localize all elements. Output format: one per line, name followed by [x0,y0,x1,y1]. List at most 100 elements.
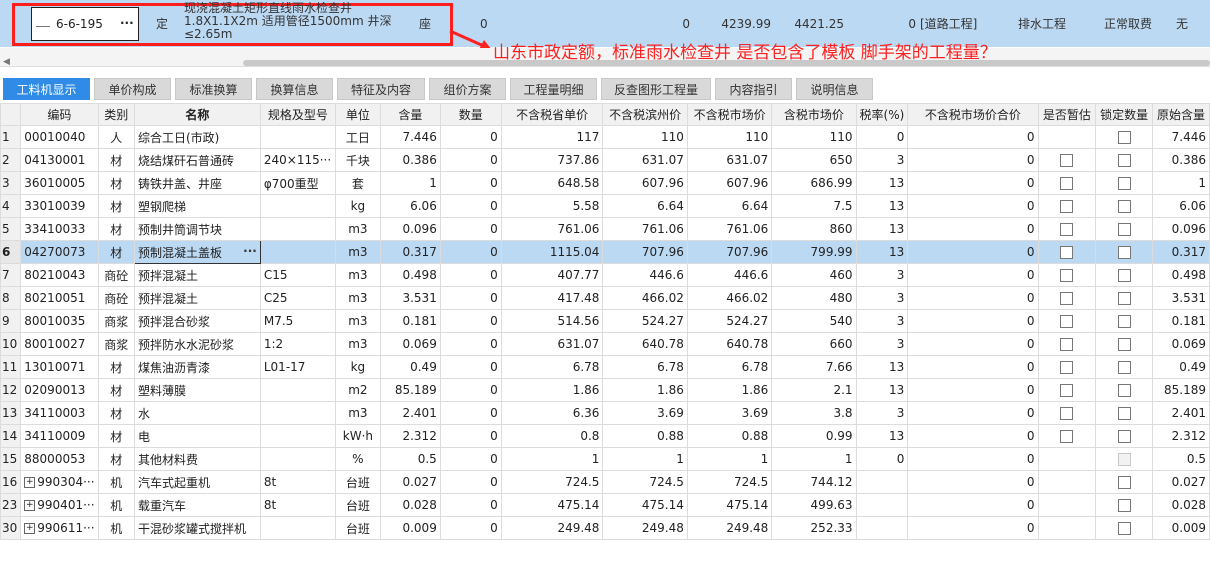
row-market-price[interactable]: 524.27 [686,309,773,333]
row-code[interactable]: 33010039 [20,194,99,218]
checkbox[interactable] [1117,315,1131,328]
row-code[interactable]: +990304··· [20,470,99,494]
row-name[interactable]: 铸铁井盖、井座 [133,171,261,195]
table-row[interactable]: 7 80210043 商砼 预拌混凝土 C15 m3 0.498 0 407.77 446.6 44… [0,263,1210,287]
row-type[interactable]: 材 [97,240,135,264]
checkbox[interactable] [1117,384,1131,397]
row-unit[interactable]: 工日 [334,125,381,149]
row-market-price[interactable]: 6.64 [686,194,773,218]
row-quantity[interactable]: 0 [439,125,502,149]
checkbox[interactable] [1117,361,1131,374]
row-spec[interactable]: L01-17 [259,355,336,379]
row-market-price[interactable]: 1.86 [686,378,773,402]
checkbox[interactable] [1060,430,1074,443]
row-market-price[interactable]: 607.96 [686,171,773,195]
row-market-price[interactable]: 466.02 [686,286,773,310]
row-market-total[interactable]: 0 [907,217,1039,241]
row-quantity[interactable]: 0 [439,424,502,448]
row-province-price[interactable]: 724.5 [500,470,604,494]
row-number[interactable]: 8 [0,286,22,310]
row-content[interactable]: 0.386 [379,148,441,172]
row-province-price[interactable]: 249.48 [500,516,604,540]
row-number[interactable]: 2 [0,148,22,172]
row-market-price[interactable]: 110 [686,125,773,149]
row-name[interactable]: 干混砂浆罐式搅拌机 [133,516,261,540]
row-spec[interactable]: 8t [259,493,336,517]
row-unit[interactable]: m3 [334,309,381,333]
row-original-content[interactable]: 6.06 [1152,194,1210,218]
row-original-content[interactable]: 7.446 [1152,125,1210,149]
row-content[interactable]: 7.446 [379,125,441,149]
row-market-price-tax[interactable]: 2.1 [771,378,857,402]
row-binzhou-price[interactable]: 466.02 [602,286,688,310]
row-spec[interactable] [259,516,336,540]
row-number[interactable]: 23 [0,493,22,517]
checkbox[interactable] [1060,384,1074,397]
row-number[interactable]: 30 [0,516,22,540]
row-content[interactable]: 0.096 [379,217,441,241]
row-quantity[interactable]: 0 [439,401,502,425]
row-tax-rate[interactable] [855,470,909,494]
row-market-total[interactable]: 0 [907,470,1039,494]
row-market-total[interactable]: 0 [907,401,1039,425]
row-content[interactable]: 85.189 [379,378,441,402]
row-market-total[interactable]: 0 [907,447,1039,471]
tab-pricing-scheme[interactable]: 组价方案 [429,78,506,100]
row-market-price-tax[interactable]: 480 [771,286,857,310]
row-market-price[interactable]: 761.06 [686,217,773,241]
row-quantity[interactable]: 0 [439,148,502,172]
row-binzhou-price[interactable]: 446.6 [602,263,688,287]
row-market-price[interactable]: 446.6 [686,263,773,287]
table-row[interactable]: 2 04130001 材烧结煤矸石普通砖 240×115··· 千块 0.386 0 737.… [0,148,1210,172]
row-unit[interactable]: kW·h [334,424,381,448]
table-row[interactable]: 5 33410033 材预制井筒调节块 m3 0.096 0 761.06 761.06 761… [0,217,1210,241]
row-unit[interactable]: m3 [334,240,381,264]
row-spec[interactable]: C25 [259,286,336,310]
row-name[interactable]: 预拌混凝土 [133,286,261,310]
row-quantity[interactable]: 0 [439,470,502,494]
row-spec[interactable] [259,424,336,448]
row-content[interactable]: 3.531 [379,286,441,310]
row-spec[interactable]: 8t [259,470,336,494]
col-header-unit[interactable]: 单位 [334,103,381,126]
row-binzhou-price[interactable]: 1 [602,447,688,471]
row-binzhou-price[interactable]: 6.78 [602,355,688,379]
checkbox[interactable] [1060,292,1074,305]
tab-reverse-graphic-quantity[interactable]: 反查图形工程量 [601,78,711,100]
tab-standard-conversion[interactable]: 标准换算 [175,78,252,100]
tab-unit-price-composition[interactable]: 单价构成 [94,78,171,100]
row-type[interactable]: 材 [97,148,135,172]
row-unit[interactable]: m2 [334,378,381,402]
row-content[interactable]: 2.401 [379,401,441,425]
row-spec[interactable] [259,125,336,149]
row-tax-rate[interactable]: 13 [855,378,909,402]
row-number[interactable]: 1 [0,125,22,149]
row-code[interactable]: 04130001 [20,148,99,172]
col-header-market-price-tax[interactable]: 含税市场价 [771,103,857,126]
row-type[interactable]: 材 [97,171,135,195]
row-tax-rate[interactable]: 0 [855,447,909,471]
row-code[interactable]: +990611··· [20,516,99,540]
col-header-lock-qty[interactable]: 锁定数量 [1095,103,1154,126]
row-spec[interactable]: M7.5 [259,309,336,333]
checkbox[interactable] [1117,292,1131,305]
row-tax-rate[interactable]: 0 [855,125,909,149]
row-market-price-tax[interactable]: 7.5 [771,194,857,218]
row-original-content[interactable]: 0.027 [1152,470,1210,494]
row-market-price-tax[interactable]: 650 [771,148,857,172]
row-province-price[interactable]: 475.14 [500,493,604,517]
row-code[interactable]: +990401··· [20,493,99,517]
checkbox[interactable] [1060,338,1074,351]
row-content[interactable]: 2.312 [379,424,441,448]
row-unit[interactable]: m3 [334,332,381,356]
row-tax-rate[interactable] [855,493,909,517]
row-name[interactable]: 水 [133,401,261,425]
scroll-left-icon[interactable]: ◀ [3,57,10,67]
row-binzhou-price[interactable]: 607.96 [602,171,688,195]
row-market-total[interactable]: 0 [907,309,1039,333]
col-header-province-price[interactable]: 不含税省单价 [500,103,604,126]
checkbox[interactable] [1060,154,1074,167]
row-tax-rate[interactable]: 13 [855,424,909,448]
row-tax-rate[interactable]: 3 [855,309,909,333]
row-market-total[interactable]: 0 [907,240,1039,264]
